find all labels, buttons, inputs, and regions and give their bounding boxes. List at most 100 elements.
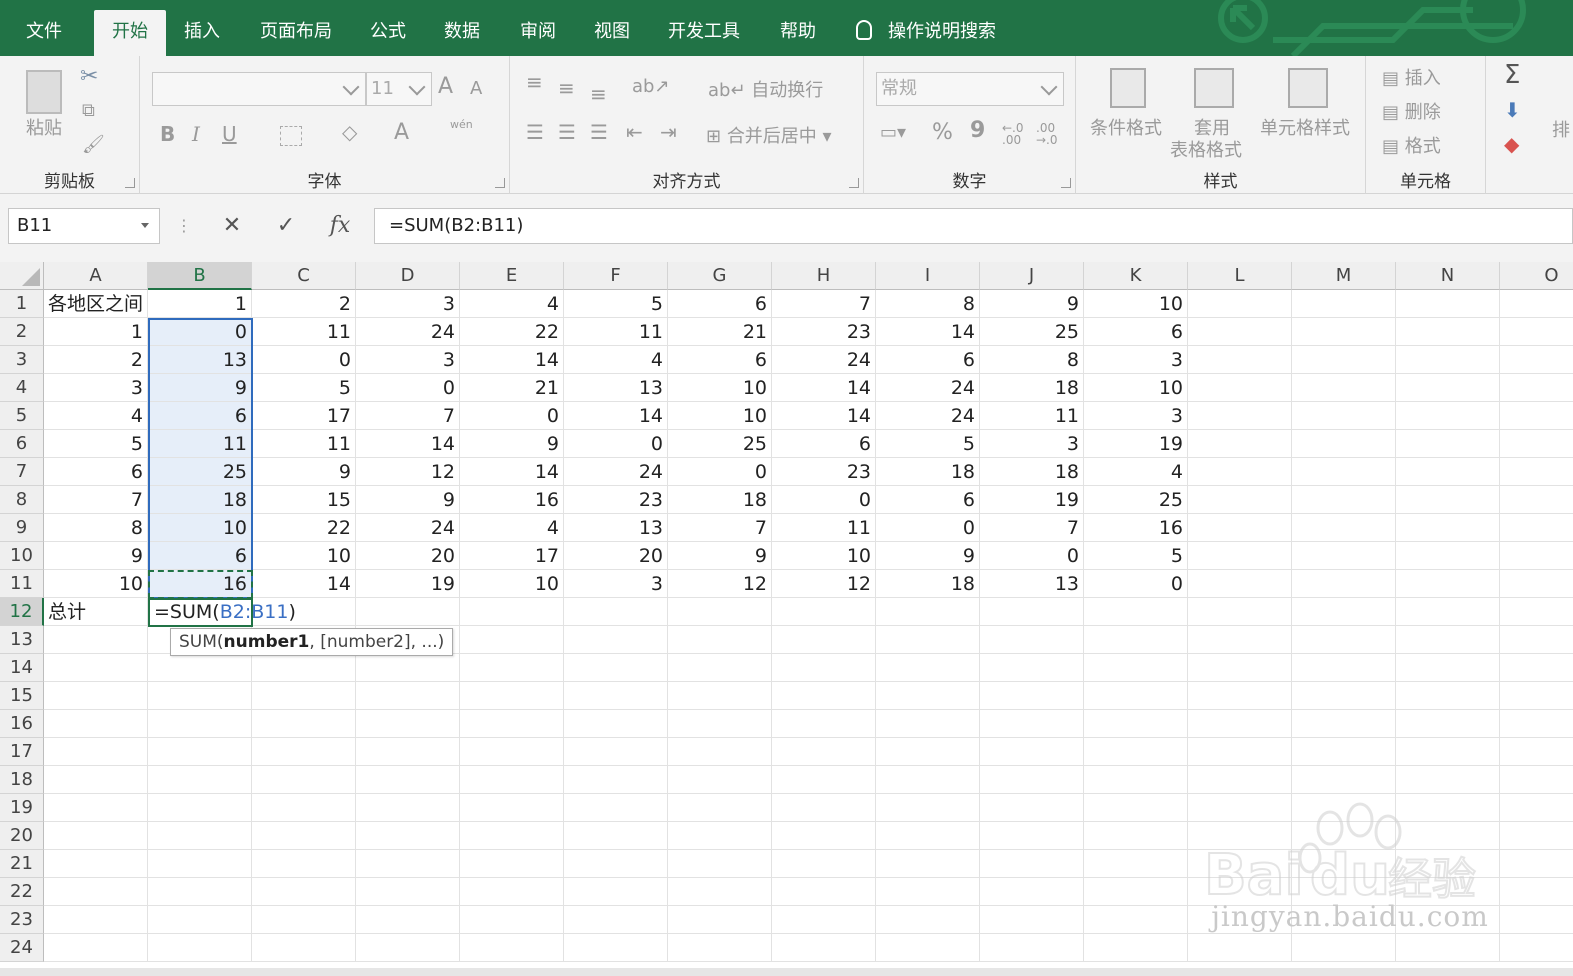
cancel-button[interactable]: ✕ xyxy=(212,208,252,244)
cell-d21[interactable] xyxy=(356,850,460,878)
cell-k7[interactable]: 4 xyxy=(1084,458,1188,486)
row-header-12[interactable]: 12 xyxy=(0,598,44,626)
select-all-button[interactable] xyxy=(0,262,44,290)
fill-icon[interactable]: ⬇ xyxy=(1504,98,1521,122)
cell-j17[interactable] xyxy=(980,738,1084,766)
format-cells-button[interactable]: ▤ 格式 xyxy=(1382,132,1441,158)
cell-n11[interactable] xyxy=(1396,570,1500,598)
cell-o13[interactable] xyxy=(1500,626,1573,654)
column-header-j[interactable]: J xyxy=(980,262,1084,290)
cell-o23[interactable] xyxy=(1500,906,1573,934)
row-header-24[interactable]: 24 xyxy=(0,934,44,962)
cell-a1[interactable]: 各地区之间 xyxy=(44,290,148,318)
cell-c6[interactable]: 11 xyxy=(252,430,356,458)
cell-m6[interactable] xyxy=(1292,430,1396,458)
cell-i19[interactable] xyxy=(876,794,980,822)
cell-f17[interactable] xyxy=(564,738,668,766)
tab-formulas[interactable]: 公式 xyxy=(358,10,418,56)
cell-a14[interactable] xyxy=(44,654,148,682)
cell-k9[interactable]: 16 xyxy=(1084,514,1188,542)
cell-g13[interactable] xyxy=(668,626,772,654)
cell-e14[interactable] xyxy=(460,654,564,682)
name-box[interactable]: B11 xyxy=(8,208,160,244)
cell-j16[interactable] xyxy=(980,710,1084,738)
cell-i23[interactable] xyxy=(876,906,980,934)
cell-n16[interactable] xyxy=(1396,710,1500,738)
cell-h1[interactable]: 7 xyxy=(772,290,876,318)
cell-d11[interactable]: 19 xyxy=(356,570,460,598)
column-header-h[interactable]: H xyxy=(772,262,876,290)
cell-g3[interactable]: 6 xyxy=(668,346,772,374)
cell-b16[interactable] xyxy=(148,710,252,738)
row-header-19[interactable]: 19 xyxy=(0,794,44,822)
cell-a12[interactable]: 总计 xyxy=(44,598,148,626)
cell-c7[interactable]: 9 xyxy=(252,458,356,486)
cell-l18[interactable] xyxy=(1188,766,1292,794)
cell-l8[interactable] xyxy=(1188,486,1292,514)
cell-l21[interactable] xyxy=(1188,850,1292,878)
cell-j14[interactable] xyxy=(980,654,1084,682)
cell-k13[interactable] xyxy=(1084,626,1188,654)
cell-b9[interactable]: 10 xyxy=(148,514,252,542)
cell-f19[interactable] xyxy=(564,794,668,822)
font-name-combo[interactable] xyxy=(152,72,366,106)
cell-m7[interactable] xyxy=(1292,458,1396,486)
cell-c18[interactable] xyxy=(252,766,356,794)
cell-f20[interactable] xyxy=(564,822,668,850)
currency-icon[interactable]: ▭▾ xyxy=(880,122,906,143)
tab-page-layout[interactable]: 页面布局 xyxy=(248,10,344,56)
borders-icon[interactable] xyxy=(280,126,302,146)
cell-l14[interactable] xyxy=(1188,654,1292,682)
cell-g6[interactable]: 25 xyxy=(668,430,772,458)
cell-k11[interactable]: 0 xyxy=(1084,570,1188,598)
tab-developer[interactable]: 开发工具 xyxy=(656,10,752,56)
cell-c22[interactable] xyxy=(252,878,356,906)
cell-b4[interactable]: 9 xyxy=(148,374,252,402)
cell-n5[interactable] xyxy=(1396,402,1500,430)
cell-l19[interactable] xyxy=(1188,794,1292,822)
cell-c24[interactable] xyxy=(252,934,356,962)
cell-c17[interactable] xyxy=(252,738,356,766)
cell-i2[interactable]: 14 xyxy=(876,318,980,346)
cell-d19[interactable] xyxy=(356,794,460,822)
cell-j12[interactable] xyxy=(980,598,1084,626)
cell-o7[interactable] xyxy=(1500,458,1573,486)
cell-a9[interactable]: 8 xyxy=(44,514,148,542)
cell-o16[interactable] xyxy=(1500,710,1573,738)
cell-c4[interactable]: 5 xyxy=(252,374,356,402)
cell-m20[interactable] xyxy=(1292,822,1396,850)
cell-a3[interactable]: 2 xyxy=(44,346,148,374)
cell-n6[interactable] xyxy=(1396,430,1500,458)
column-header-e[interactable]: E xyxy=(460,262,564,290)
column-header-o[interactable]: O xyxy=(1500,262,1573,290)
cell-e8[interactable]: 16 xyxy=(460,486,564,514)
cell-e20[interactable] xyxy=(460,822,564,850)
cell-i24[interactable] xyxy=(876,934,980,962)
cell-e10[interactable]: 17 xyxy=(460,542,564,570)
worksheet-grid[interactable]: ABCDEFGHIJKLMNO 1 2 3 4 5 6 7 8 9 10 11 12 13 14 15 16 1… xyxy=(0,262,1573,976)
cell-e15[interactable] xyxy=(460,682,564,710)
cell-b17[interactable] xyxy=(148,738,252,766)
cell-h12[interactable] xyxy=(772,598,876,626)
cell-o19[interactable] xyxy=(1500,794,1573,822)
cell-j22[interactable] xyxy=(980,878,1084,906)
cell-d6[interactable]: 14 xyxy=(356,430,460,458)
conditional-format-icon[interactable] xyxy=(1110,68,1146,108)
cell-o5[interactable] xyxy=(1500,402,1573,430)
cell-i4[interactable]: 24 xyxy=(876,374,980,402)
cut-icon[interactable]: ✂ xyxy=(80,64,98,89)
cell-n2[interactable] xyxy=(1396,318,1500,346)
cell-n4[interactable] xyxy=(1396,374,1500,402)
cell-i7[interactable]: 18 xyxy=(876,458,980,486)
cell-n13[interactable] xyxy=(1396,626,1500,654)
cell-d20[interactable] xyxy=(356,822,460,850)
font-size-combo[interactable]: 11 xyxy=(366,72,432,106)
cell-l10[interactable] xyxy=(1188,542,1292,570)
cell-k5[interactable]: 3 xyxy=(1084,402,1188,430)
cell-b10[interactable]: 6 xyxy=(148,542,252,570)
cell-k22[interactable] xyxy=(1084,878,1188,906)
cell-e23[interactable] xyxy=(460,906,564,934)
cell-h22[interactable] xyxy=(772,878,876,906)
italic-button[interactable]: I xyxy=(192,122,200,146)
number-dialog-launcher[interactable] xyxy=(1061,178,1071,188)
